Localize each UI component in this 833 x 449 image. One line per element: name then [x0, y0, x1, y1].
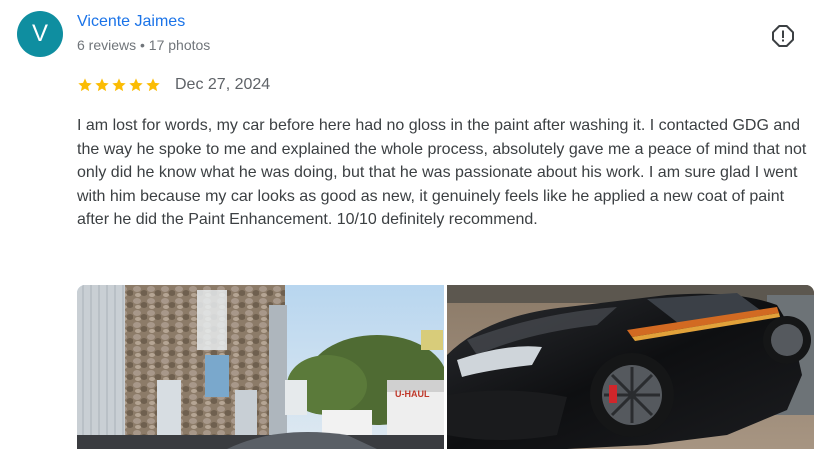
rating-row: Dec 27, 2024 [77, 76, 270, 94]
report-flag-icon [772, 25, 794, 47]
truck-label: U-HAUL [395, 389, 430, 399]
star-icon [129, 78, 143, 92]
star-icon [112, 78, 126, 92]
review-photos: U-HAUL [77, 285, 814, 449]
star-rating [77, 77, 161, 93]
reviewer-meta: 6 reviews • 17 photos [77, 37, 211, 53]
star-icon [95, 78, 109, 92]
review-photo-building[interactable]: U-HAUL [77, 285, 444, 449]
star-icon [78, 78, 92, 92]
reviewer-name[interactable]: Vicente Jaimes [77, 13, 185, 31]
avatar[interactable]: V [17, 11, 63, 57]
report-review-button[interactable] [770, 23, 796, 49]
review-text: I am lost for words, my car before here … [77, 117, 807, 228]
review-date: Dec 27, 2024 [175, 76, 271, 93]
star-icon [146, 78, 160, 92]
avatar-initial: V [31, 20, 48, 47]
review-photo-car[interactable] [447, 285, 814, 449]
